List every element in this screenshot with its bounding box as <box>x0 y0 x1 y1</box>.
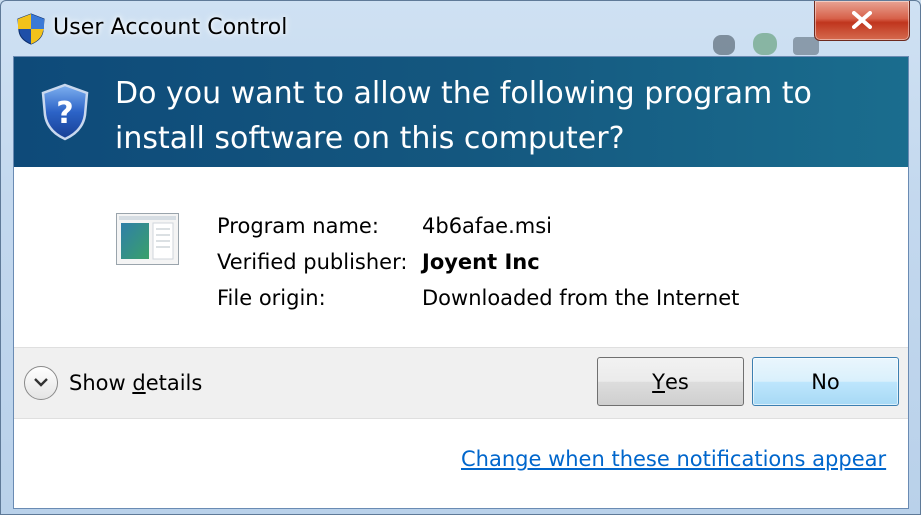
show-details-suffix: etails <box>145 371 203 395</box>
show-details-accelerator: d <box>132 371 146 395</box>
window-title: User Account Control <box>53 15 288 40</box>
uac-shield-small-icon <box>17 13 45 45</box>
question-text: Do you want to allow the following progr… <box>115 76 812 156</box>
uac-dialog-window: User Account Control ? Do you want to al… <box>0 0 921 515</box>
publisher-label: Verified publisher: <box>217 250 408 274</box>
background-window-glyphs <box>713 33 819 55</box>
yes-label-rest: es <box>664 369 689 394</box>
show-details-prefix: Show <box>69 371 133 395</box>
close-button[interactable] <box>814 1 910 41</box>
program-name-value: 4b6afae.msi <box>422 214 553 238</box>
no-button[interactable]: No <box>752 357 899 406</box>
file-origin-value: Downloaded from the Internet <box>422 286 740 310</box>
publisher-value: Joyent Inc <box>422 250 540 274</box>
action-bar: Show details Yes No <box>14 347 908 419</box>
title-bar[interactable]: User Account Control <box>1 1 920 56</box>
close-icon <box>852 11 872 29</box>
svg-text:?: ? <box>56 96 73 131</box>
dialog-content: ? Do you want to allow the following pro… <box>13 56 909 509</box>
chevron-down-icon <box>34 378 48 387</box>
installer-program-icon <box>116 213 179 265</box>
expand-circle[interactable] <box>24 366 58 400</box>
yes-button[interactable]: Yes <box>597 357 744 406</box>
yes-accelerator: Y <box>652 369 665 394</box>
program-name-label: Program name: <box>217 214 379 238</box>
file-origin-label: File origin: <box>217 286 326 310</box>
show-details-label[interactable]: Show details <box>69 371 202 395</box>
uac-shield-icon: ? <box>41 83 89 141</box>
question-header: ? Do you want to allow the following pro… <box>14 57 908 167</box>
change-notifications-link[interactable]: Change when these notifications appear <box>461 447 886 471</box>
